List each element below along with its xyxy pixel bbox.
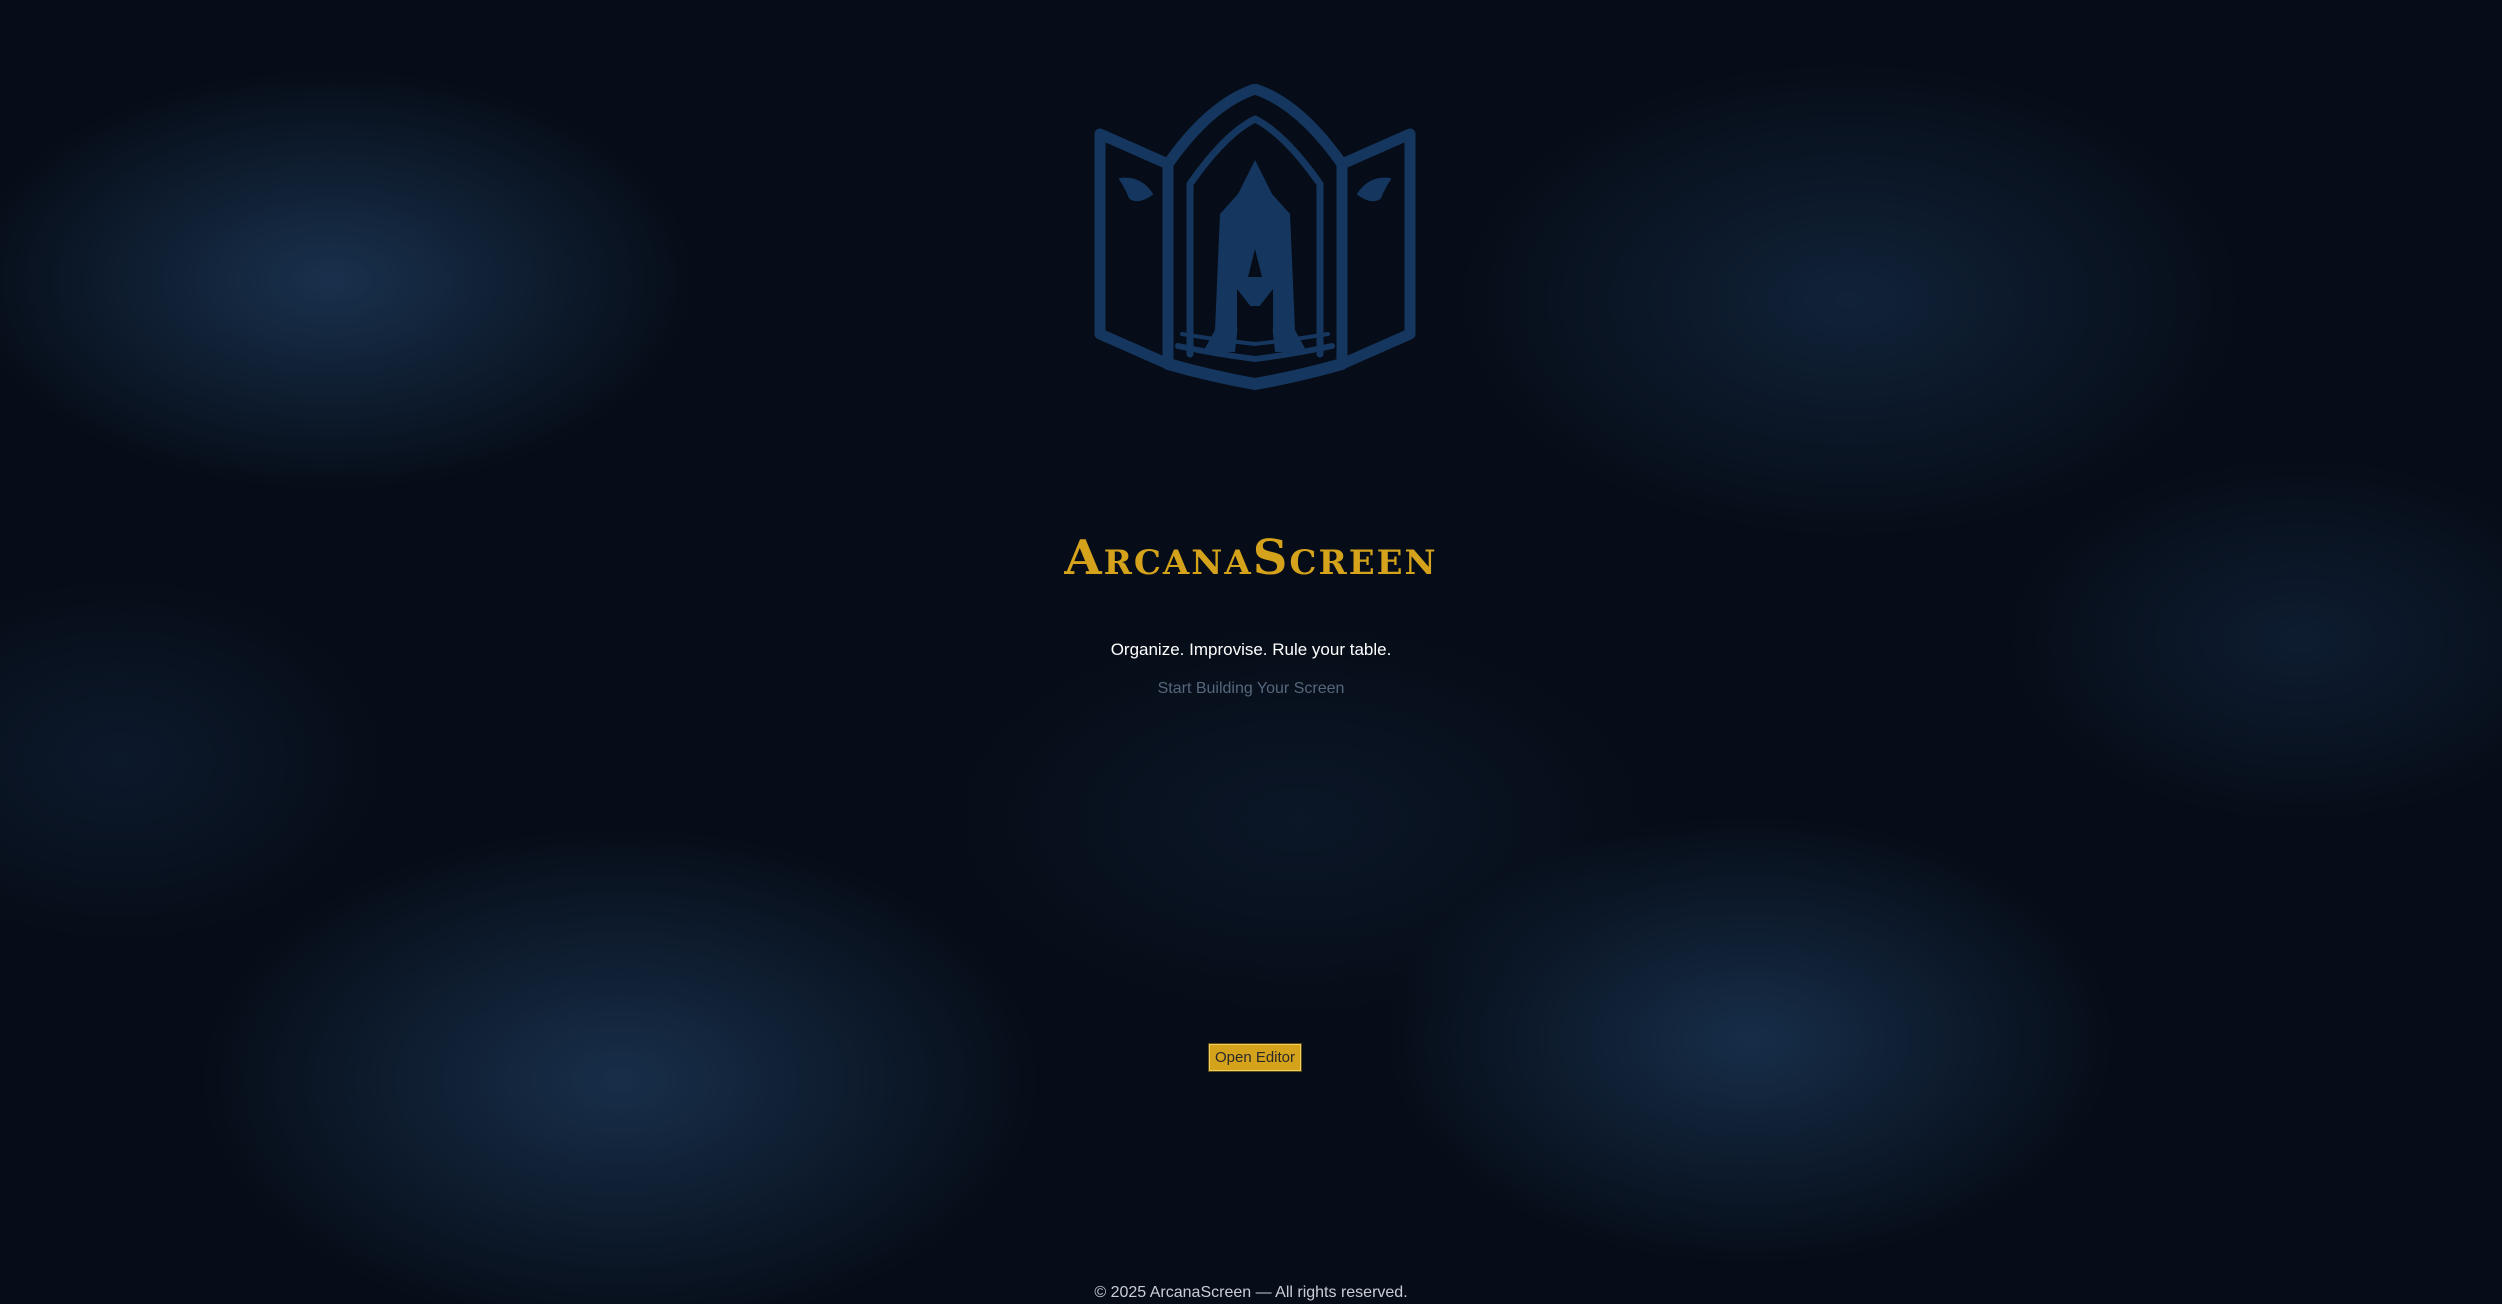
- start-building-link[interactable]: Start Building Your Screen: [0, 680, 2502, 698]
- arcana-book-shield-icon: [1090, 83, 1420, 414]
- app-title: ArcanaScreen: [1064, 530, 1438, 586]
- tagline: Organize. Improvise. Rule your table.: [1110, 640, 1392, 659]
- open-editor-button[interactable]: Open Editor: [1208, 1043, 1302, 1072]
- footer-copyright: © 2025 ArcanaScreen — All rights reserve…: [1094, 1284, 1408, 1301]
